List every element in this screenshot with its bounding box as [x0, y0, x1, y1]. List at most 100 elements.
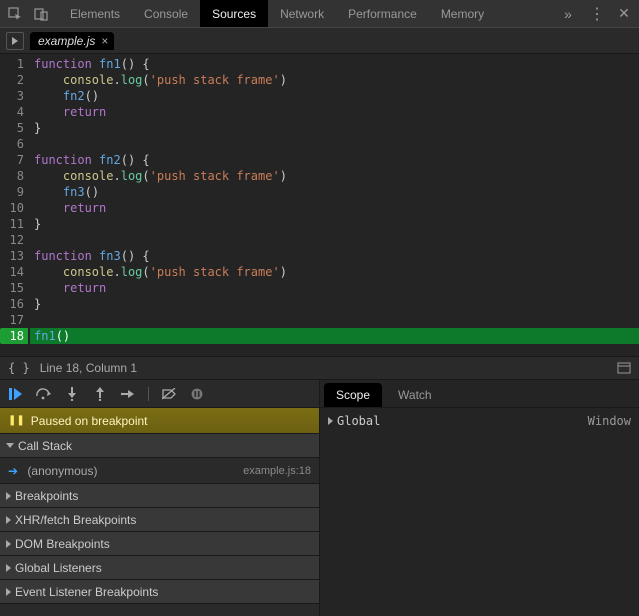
line-number[interactable]: 12 [0, 232, 24, 248]
line-number[interactable]: 3 [0, 88, 24, 104]
line-number[interactable]: 4 [0, 104, 24, 120]
file-tab-label: example.js [38, 34, 95, 48]
section-event-label: Event Listener Breakpoints [15, 585, 158, 599]
close-devtools-icon[interactable]: ✕ [615, 5, 633, 23]
tab-memory[interactable]: Memory [429, 0, 496, 27]
line-number[interactable]: 7 [0, 152, 24, 168]
resume-icon[interactable] [8, 386, 24, 402]
line-number[interactable]: 18 [0, 328, 28, 344]
callstack-frame[interactable]: ➔ (anonymous) example.js:18 [0, 458, 319, 484]
section-callstack-label: Call Stack [18, 439, 72, 453]
section-global-listeners[interactable]: Global Listeners [0, 556, 319, 580]
tab-network[interactable]: Network [268, 0, 336, 27]
code-line[interactable] [30, 136, 639, 152]
debug-right-panel: Scope Watch Global Window [320, 380, 639, 616]
code-line[interactable]: console.log('push stack frame') [30, 168, 639, 184]
line-number[interactable]: 8 [0, 168, 24, 184]
line-number[interactable]: 13 [0, 248, 24, 264]
code-line[interactable]: return [30, 104, 639, 120]
code-line[interactable]: function fn1() { [30, 56, 639, 72]
cursor-position: Line 18, Column 1 [40, 361, 137, 375]
code-editor[interactable]: 123456789101112131415161718 function fn1… [0, 54, 639, 356]
section-callstack[interactable]: Call Stack [0, 434, 319, 458]
code-line[interactable] [30, 312, 639, 328]
kebab-menu-icon[interactable]: ⋮ [587, 5, 605, 23]
code-line[interactable]: return [30, 280, 639, 296]
debugger-toolbar [0, 380, 319, 408]
section-event-listener-breakpoints[interactable]: Event Listener Breakpoints [0, 580, 319, 604]
code-line[interactable]: console.log('push stack frame') [30, 72, 639, 88]
scope-row-global[interactable]: Global Window [328, 412, 631, 430]
chevron-right-icon [6, 540, 11, 548]
scope-tabs: Scope Watch [320, 380, 639, 408]
pretty-print-icon[interactable]: { } [8, 361, 30, 375]
paused-banner: ❚❚ Paused on breakpoint [0, 408, 319, 434]
chevron-down-icon [6, 443, 14, 448]
file-tabs-bar: example.js × [0, 28, 639, 54]
code-line[interactable]: fn1() [30, 328, 639, 344]
section-xhr-label: XHR/fetch Breakpoints [15, 513, 136, 527]
inspect-element-icon[interactable] [6, 5, 24, 23]
coverage-toggle-icon[interactable] [617, 362, 631, 374]
line-number[interactable]: 11 [0, 216, 24, 232]
step-into-icon[interactable] [64, 386, 80, 402]
line-number[interactable]: 15 [0, 280, 24, 296]
callstack-frame-name: (anonymous) [27, 464, 97, 478]
section-dom-breakpoints[interactable]: DOM Breakpoints [0, 532, 319, 556]
section-global-label: Global Listeners [15, 561, 102, 575]
code-line[interactable]: console.log('push stack frame') [30, 264, 639, 280]
tab-elements[interactable]: Elements [58, 0, 132, 27]
scope-row-name: Global [337, 414, 380, 428]
navigator-toggle-icon[interactable] [6, 32, 24, 50]
line-number[interactable]: 10 [0, 200, 24, 216]
line-number[interactable]: 1 [0, 56, 24, 72]
tab-scope[interactable]: Scope [324, 383, 382, 407]
code-line[interactable]: } [30, 296, 639, 312]
step-out-icon[interactable] [92, 386, 108, 402]
editor-statusbar: { } Line 18, Column 1 [0, 356, 639, 380]
chevron-right-icon [328, 417, 333, 425]
panel-tabs: Elements Console Sources Network Perform… [58, 0, 551, 27]
chevron-right-icon [6, 588, 11, 596]
debugger-pane: ❚❚ Paused on breakpoint Call Stack ➔ (an… [0, 380, 639, 616]
code-line[interactable]: function fn2() { [30, 152, 639, 168]
section-xhr-breakpoints[interactable]: XHR/fetch Breakpoints [0, 508, 319, 532]
file-tab-example-js[interactable]: example.js × [30, 32, 114, 50]
tab-performance[interactable]: Performance [336, 0, 429, 27]
chevron-right-icon [6, 492, 11, 500]
line-number[interactable]: 9 [0, 184, 24, 200]
section-breakpoints-label: Breakpoints [15, 489, 78, 503]
devtools-tabstrip: Elements Console Sources Network Perform… [0, 0, 639, 28]
tab-sources[interactable]: Sources [200, 0, 268, 27]
line-gutter[interactable]: 123456789101112131415161718 [0, 54, 30, 356]
more-tabs-icon[interactable]: » [559, 5, 577, 23]
code-line[interactable]: } [30, 120, 639, 136]
code-body[interactable]: function fn1() { console.log('push stack… [30, 54, 639, 356]
code-line[interactable]: fn2() [30, 88, 639, 104]
step-icon[interactable] [120, 386, 136, 402]
paused-message: Paused on breakpoint [31, 414, 148, 428]
code-line[interactable]: fn3() [30, 184, 639, 200]
line-number[interactable]: 17 [0, 312, 24, 328]
pause-on-exceptions-icon[interactable] [189, 386, 205, 402]
pause-indicator-icon: ❚❚ [8, 415, 25, 426]
section-breakpoints[interactable]: Breakpoints [0, 484, 319, 508]
tab-watch[interactable]: Watch [386, 383, 444, 407]
callstack-frame-location: example.js:18 [243, 465, 311, 477]
line-number[interactable]: 2 [0, 72, 24, 88]
line-number[interactable]: 16 [0, 296, 24, 312]
section-dom-label: DOM Breakpoints [15, 537, 110, 551]
code-line[interactable]: function fn3() { [30, 248, 639, 264]
line-number[interactable]: 14 [0, 264, 24, 280]
code-line[interactable]: return [30, 200, 639, 216]
code-line[interactable]: } [30, 216, 639, 232]
line-number[interactable]: 6 [0, 136, 24, 152]
chevron-right-icon [6, 564, 11, 572]
deactivate-breakpoints-icon[interactable] [161, 386, 177, 402]
step-over-icon[interactable] [36, 386, 52, 402]
device-toolbar-icon[interactable] [32, 5, 50, 23]
line-number[interactable]: 5 [0, 120, 24, 136]
tab-console[interactable]: Console [132, 0, 200, 27]
code-line[interactable] [30, 232, 639, 248]
close-file-tab-icon[interactable]: × [101, 34, 108, 48]
